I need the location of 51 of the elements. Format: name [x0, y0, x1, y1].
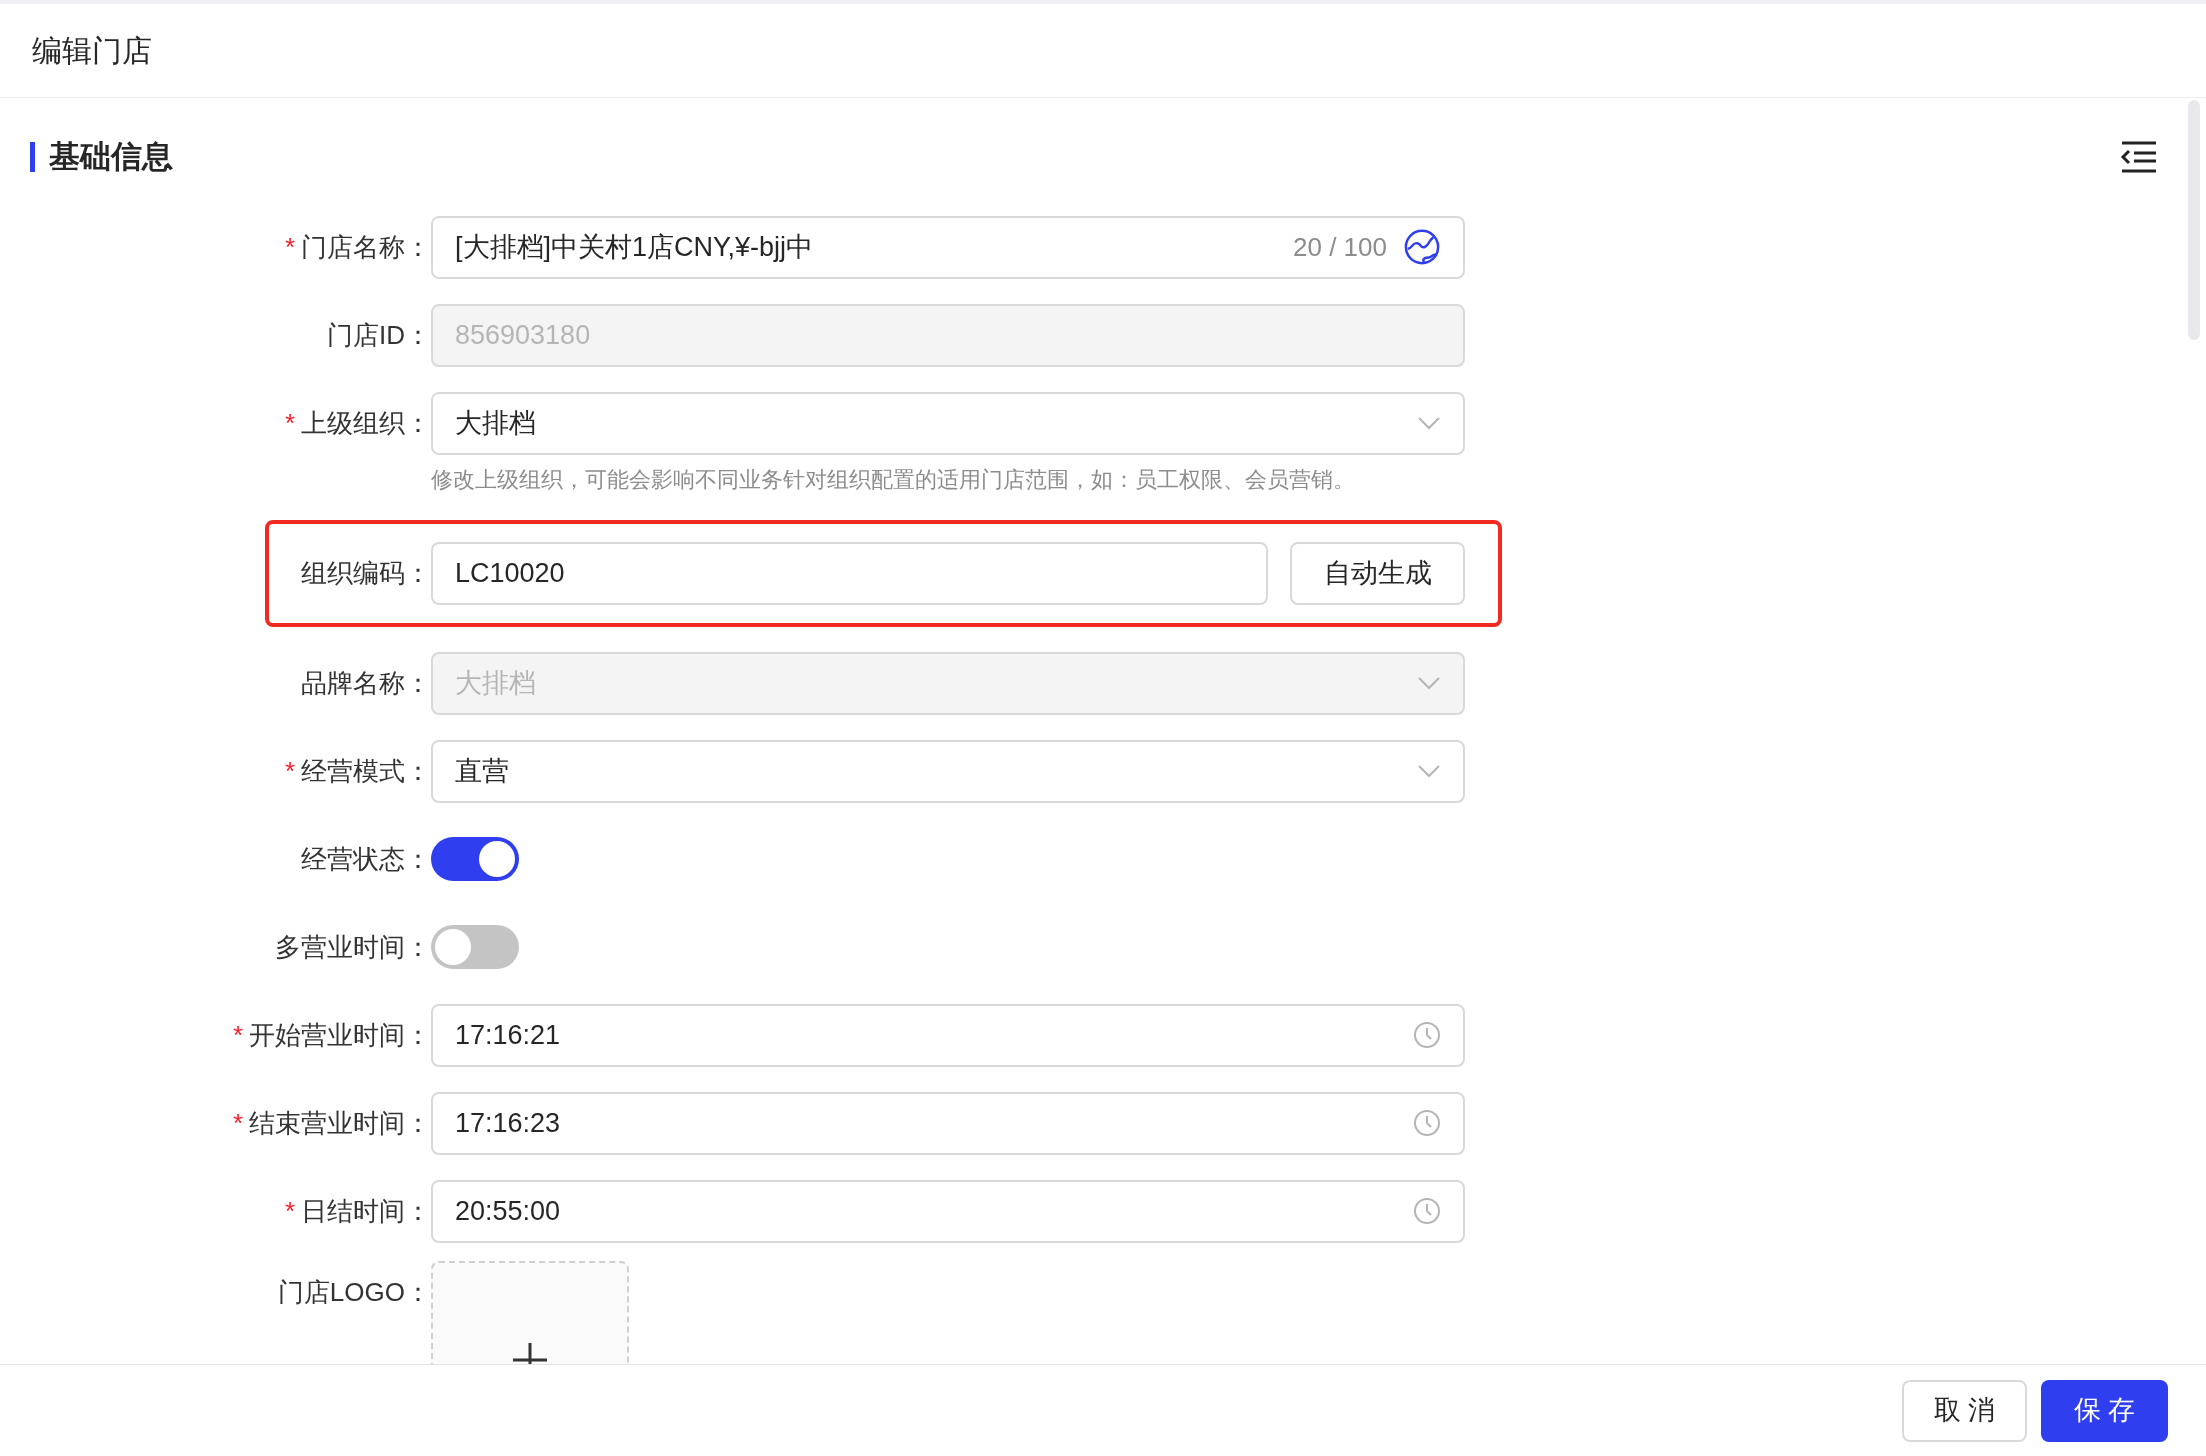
- select-field[interactable]: 直营: [431, 739, 1465, 803]
- field-value: 大排档: [455, 406, 536, 440]
- required-asterisk: *: [284, 406, 295, 440]
- save-button[interactable]: 保 存: [2041, 1379, 2168, 1442]
- page-title: 编辑门店: [32, 33, 152, 69]
- clock-icon: [1413, 1197, 1441, 1225]
- time-field[interactable]: 20:55:00: [431, 1179, 1465, 1243]
- field-hint: 修改上级组织，可能会影响不同业务针对组织配置的适用门店范围，如：员工权限、会员营销。: [431, 465, 1356, 494]
- required-asterisk: *: [284, 754, 295, 788]
- time-field[interactable]: 17:16:21: [431, 1003, 1465, 1067]
- field-label: 门店LOGO：: [277, 1275, 431, 1309]
- field-label: 结束营业时间：: [249, 1106, 431, 1140]
- outline-menu-icon[interactable]: [2120, 140, 2158, 175]
- field-value: 17:16:21: [455, 1018, 561, 1052]
- field-value: LC10020: [455, 556, 565, 590]
- text-field[interactable]: LC10020: [431, 541, 1268, 605]
- field-label: 品牌名称：: [301, 666, 431, 700]
- field-label: 门店名称：: [301, 230, 431, 264]
- chevron-down-icon: [1417, 676, 1441, 690]
- field-label: 开始营业时间：: [249, 1018, 431, 1052]
- field-value: [大排档]中关村1店CNY,¥-bjj中: [455, 230, 814, 264]
- field-value: 大排档: [455, 666, 536, 700]
- chevron-down-icon: [1417, 764, 1441, 778]
- text-field[interactable]: [大排档]中关村1店CNY,¥-bjj中 20 / 100: [431, 215, 1465, 279]
- clock-icon: [1413, 1021, 1441, 1049]
- section-accent-bar: [30, 142, 35, 173]
- chevron-down-icon: [1417, 416, 1441, 430]
- required-asterisk: *: [232, 1018, 243, 1052]
- required-asterisk: *: [232, 1106, 243, 1140]
- required-asterisk: *: [284, 1194, 295, 1228]
- field-label: 门店ID：: [327, 318, 431, 352]
- toggle-switch[interactable]: [431, 837, 519, 881]
- cancel-button[interactable]: 取 消: [1902, 1379, 2027, 1442]
- field-label: 日结时间：: [301, 1194, 431, 1228]
- field-value: 17:16:23: [455, 1106, 561, 1140]
- required-asterisk: *: [284, 230, 295, 264]
- auto-generate-button[interactable]: 自动生成: [1290, 541, 1465, 605]
- clock-icon: [1413, 1109, 1441, 1137]
- field-value: 直营: [455, 754, 509, 788]
- globe-icon[interactable]: [1403, 228, 1441, 266]
- field-label: 上级组织：: [301, 406, 431, 440]
- field-label: 组织编码：: [301, 556, 431, 590]
- toggle-switch[interactable]: [431, 925, 519, 969]
- field-value: 20:55:00: [455, 1194, 561, 1228]
- section-title: 基础信息: [49, 138, 173, 176]
- character-counter: 20 / 100: [1293, 230, 1387, 264]
- time-field[interactable]: 17:16:23: [431, 1091, 1465, 1155]
- field-label: 多营业时间：: [275, 930, 431, 964]
- field-label: 经营模式：: [301, 754, 431, 788]
- select-field[interactable]: 大排档: [431, 391, 1465, 455]
- field-label: 经营状态：: [301, 842, 431, 876]
